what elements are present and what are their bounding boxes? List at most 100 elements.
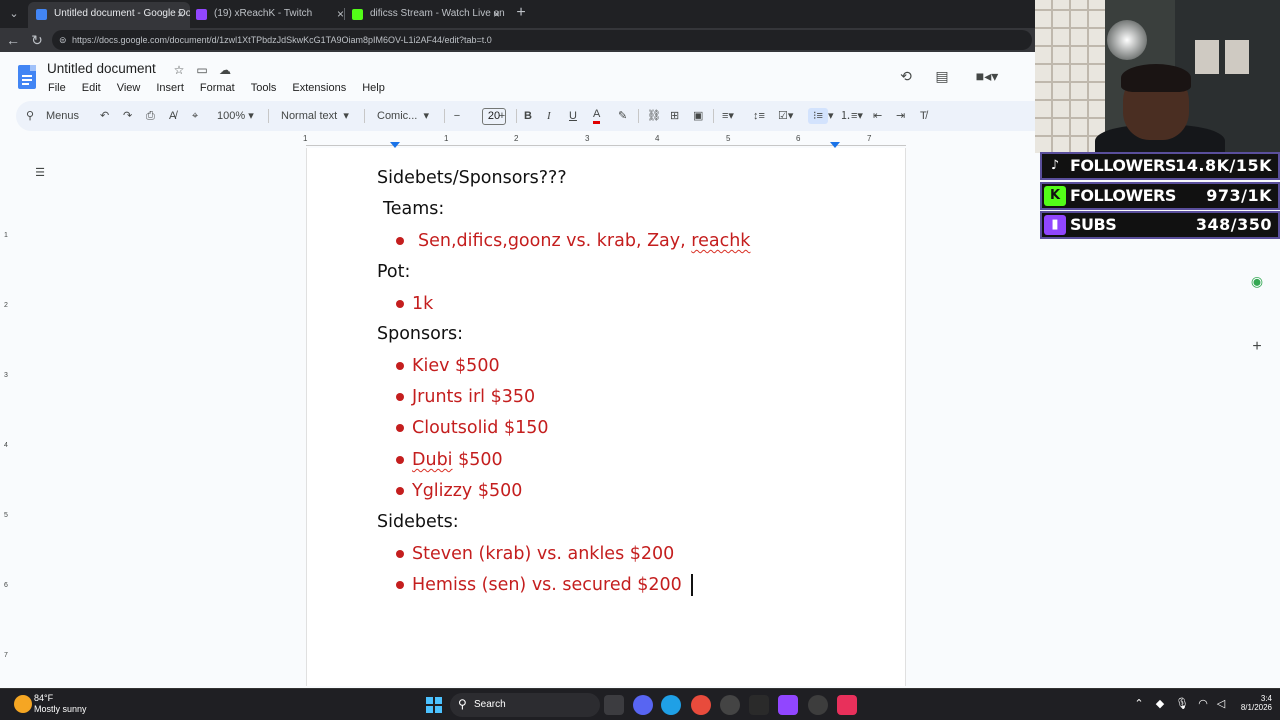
star-icon[interactable]: ☆ <box>171 62 187 78</box>
zoom-select[interactable]: 100% ▾ <box>217 108 254 124</box>
bullet-options-chevron-icon[interactable]: ▾ <box>828 108 834 124</box>
menu-extensions[interactable]: Extensions <box>284 80 354 96</box>
document-title[interactable]: Untitled document <box>47 61 156 76</box>
search-menus-label[interactable]: Menus <box>46 108 79 124</box>
cam-person-hair <box>1121 64 1191 92</box>
style-select[interactable]: Normal text ▾ <box>281 108 349 124</box>
taskbar-search-box[interactable]: ⚲ Search <box>450 693 600 717</box>
menu-bar: File Edit View Insert Format Tools Exten… <box>40 80 393 96</box>
zoom-value: 100% <box>217 110 246 122</box>
menu-format[interactable]: Format <box>192 80 243 96</box>
task-view-icon[interactable] <box>604 695 624 715</box>
discord-icon[interactable] <box>633 695 653 715</box>
tab-close-icon[interactable]: × <box>493 2 500 26</box>
horizontal-ruler[interactable]: 1 1 2 3 4 5 6 7 <box>303 134 906 148</box>
tiktok-app-icon[interactable] <box>837 695 857 715</box>
media-player-icon[interactable] <box>720 695 740 715</box>
document-outline-icon[interactable]: ☰ <box>33 166 47 180</box>
slack-icon[interactable] <box>749 695 769 715</box>
search-icon: ⚲ <box>458 697 467 711</box>
insert-link-icon[interactable]: ⛓ <box>647 108 661 124</box>
tab-google-docs[interactable]: Untitled document - Google Docs × <box>28 2 190 28</box>
print-icon[interactable]: ⎙ <box>146 108 155 124</box>
tab-title: (19) xReachK - Twitch <box>214 8 313 19</box>
new-tab-button[interactable]: + <box>510 2 532 24</box>
menu-insert[interactable]: Insert <box>148 80 192 96</box>
edge-icon[interactable] <box>661 695 681 715</box>
get-addons-icon[interactable]: + <box>1248 338 1266 356</box>
tab-title: Untitled document - Google Docs <box>54 8 190 19</box>
ruler-number: 1 <box>303 134 308 143</box>
google-docs-logo-icon[interactable] <box>18 65 36 89</box>
numbered-list-icon[interactable]: ⒈≡▾ <box>840 108 863 124</box>
chrome-icon[interactable] <box>691 695 711 715</box>
sponsor-item: Yglizzy $500 <box>412 479 522 503</box>
cloud-status-icon[interactable]: ☁ <box>217 62 233 78</box>
font-select[interactable]: Comic... ▾ <box>377 108 429 124</box>
tab-twitch[interactable]: (19) xReachK - Twitch × <box>188 2 350 28</box>
menu-file[interactable]: File <box>40 80 74 96</box>
menu-tools[interactable]: Tools <box>243 80 285 96</box>
docs-favicon-icon <box>36 9 47 20</box>
start-windows-icon[interactable] <box>426 697 442 713</box>
bold-icon[interactable]: B <box>524 108 532 124</box>
add-comment-icon[interactable]: ⊞ <box>670 108 679 124</box>
decrease-indent-icon[interactable]: ⇤ <box>873 108 882 124</box>
back-arrow-icon[interactable]: ← <box>3 30 23 50</box>
tray-chevron-icon[interactable]: ⌃ <box>1132 697 1146 710</box>
increase-font-size-button[interactable]: + <box>497 108 507 124</box>
spellcheck-icon[interactable]: A̸ <box>169 108 176 124</box>
teams-line: Sen,difics,goonz vs. krab, Zay, reachk <box>418 229 750 253</box>
microphone-icon[interactable]: 🎙 <box>1175 697 1189 710</box>
menu-edit[interactable]: Edit <box>74 80 109 96</box>
taskbar-clock[interactable]: 3:4 8/1/2026 <box>1232 694 1272 712</box>
teams-text: Sen,difics,goonz vs. krab, Zay, <box>418 231 686 251</box>
menu-view[interactable]: View <box>109 80 149 96</box>
weather-sun-icon[interactable] <box>14 695 32 713</box>
insert-image-icon[interactable]: ▣ <box>693 108 703 124</box>
align-icon[interactable]: ≡▾ <box>722 108 734 124</box>
toolbar-divider <box>444 109 445 123</box>
increase-indent-icon[interactable]: ⇥ <box>896 108 905 124</box>
pot-value: 1k <box>412 294 434 314</box>
meet-icon[interactable]: ■◂▾ <box>972 66 1002 86</box>
volume-icon[interactable]: ◁ <box>1214 697 1228 710</box>
ruler-number: 3 <box>4 372 8 379</box>
wifi-icon[interactable]: ◠ <box>1196 697 1210 710</box>
sidebets-label: Sidebets: <box>377 512 459 532</box>
weather-description[interactable]: Mostly sunny <box>34 704 87 714</box>
undo-icon[interactable]: ↶ <box>100 108 109 124</box>
ruler-number: 6 <box>796 134 801 143</box>
move-folder-icon[interactable]: ▭ <box>194 62 210 78</box>
windows-taskbar: 84°F Mostly sunny ⚲ Search ⌃ ◆ 🎙 ◠ ◁ 3:4… <box>0 688 1280 720</box>
bulleted-list-icon[interactable]: ⁝≡ <box>808 108 828 124</box>
italic-icon[interactable]: I <box>547 108 551 124</box>
site-info-icon[interactable]: ⊜ <box>59 30 67 50</box>
obs-icon[interactable] <box>808 695 828 715</box>
ruler-number: 1 <box>444 134 449 143</box>
reload-icon[interactable]: ↻ <box>27 30 47 50</box>
highlight-color-icon[interactable]: ✎ <box>618 108 627 124</box>
weather-temperature[interactable]: 84°F <box>34 693 53 703</box>
clear-formatting-icon[interactable]: T̸ <box>920 108 927 124</box>
underline-icon[interactable]: U <box>569 108 577 124</box>
menu-help[interactable]: Help <box>354 80 393 96</box>
text-color-icon[interactable]: A <box>593 108 601 124</box>
tab-search-icon[interactable]: ⌄ <box>4 4 24 24</box>
paint-format-icon[interactable]: ⌖ <box>192 108 198 124</box>
tab-close-icon[interactable]: × <box>337 2 344 26</box>
twitch-app-icon[interactable] <box>778 695 798 715</box>
maps-icon[interactable]: ◉ <box>1248 272 1266 290</box>
line-spacing-icon[interactable]: ↕≡ <box>753 108 765 124</box>
tab-kick[interactable]: dificss Stream - Watch Live on Kick × <box>344 2 506 28</box>
url-field[interactable]: ⊜ https://docs.google.com/document/d/1zw… <box>52 30 1032 50</box>
search-menus-icon[interactable]: ⚲ <box>26 108 34 124</box>
decrease-font-size-button[interactable]: − <box>452 108 462 124</box>
checklist-icon[interactable]: ☑▾ <box>778 108 793 124</box>
redo-icon[interactable]: ↷ <box>123 108 132 124</box>
goal-label: FOLLOWERS <box>1070 156 1176 175</box>
tray-app-icon[interactable]: ◆ <box>1153 697 1167 710</box>
version-history-icon[interactable]: ⟲ <box>896 66 916 86</box>
comments-icon[interactable]: ▤ <box>932 66 952 86</box>
tab-close-icon[interactable]: × <box>177 2 184 26</box>
